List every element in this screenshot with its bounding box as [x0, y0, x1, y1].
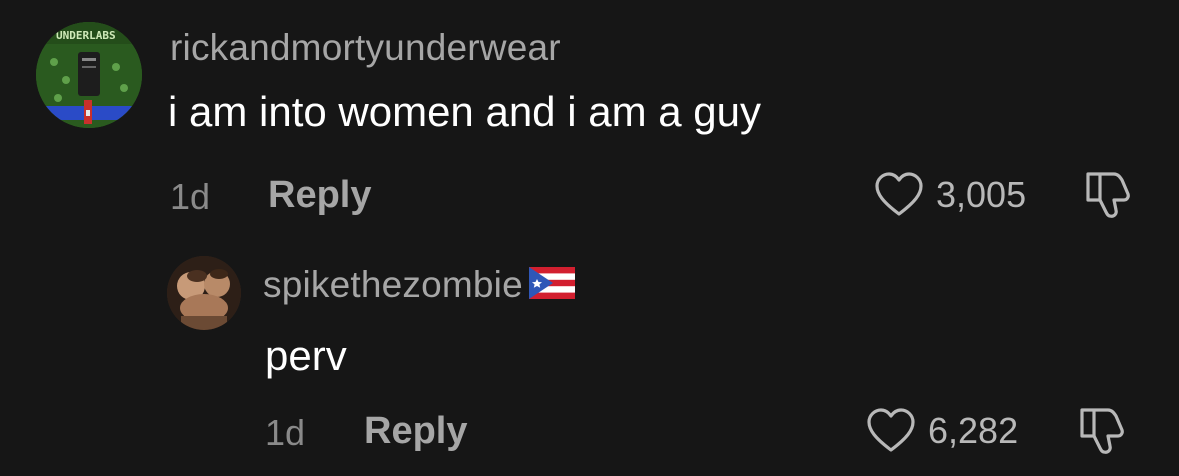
like-count: 3,005 [936, 174, 1027, 215]
comment-timestamp: 1d [170, 176, 211, 217]
heart-outline-icon [867, 408, 915, 452]
comment-username[interactable]: rickandmortyunderwear [170, 27, 561, 69]
avatar[interactable]: UNDERLABS [36, 22, 142, 128]
thumbs-down-outline-icon [1086, 172, 1130, 218]
puerto-rico-flag-icon [528, 266, 575, 308]
username-text[interactable]: spikethezombie [263, 264, 523, 305]
comment-username[interactable]: spikethezombie [263, 264, 575, 308]
like-button[interactable]: 6,282 [866, 406, 1018, 456]
reply-button[interactable]: Reply [268, 174, 371, 217]
dislike-button[interactable] [1082, 170, 1132, 220]
like-count: 6,282 [928, 410, 1019, 451]
comment-item: UNDERLABS rickandmortyunderwear i am int… [0, 0, 1179, 250]
dislike-button[interactable] [1076, 406, 1126, 456]
underwear-package-avatar-image: UNDERLABS [36, 22, 142, 128]
like-button[interactable]: 3,005 [874, 170, 1026, 220]
avatar[interactable] [167, 256, 241, 330]
reply-button[interactable]: Reply [364, 410, 467, 453]
avatar-photo-image [167, 256, 241, 330]
reply-comment-item: spikethezombie perv 1d Reply 6,282 [0, 250, 1179, 476]
comment-text: perv [265, 332, 347, 379]
thumbs-down-outline-icon [1080, 408, 1124, 454]
avatar-brand-text: UNDERLABS [56, 29, 116, 42]
comment-timestamp: 1d [265, 412, 306, 453]
comment-text: i am into women and i am a guy [168, 88, 761, 135]
heart-outline-icon [875, 172, 923, 216]
